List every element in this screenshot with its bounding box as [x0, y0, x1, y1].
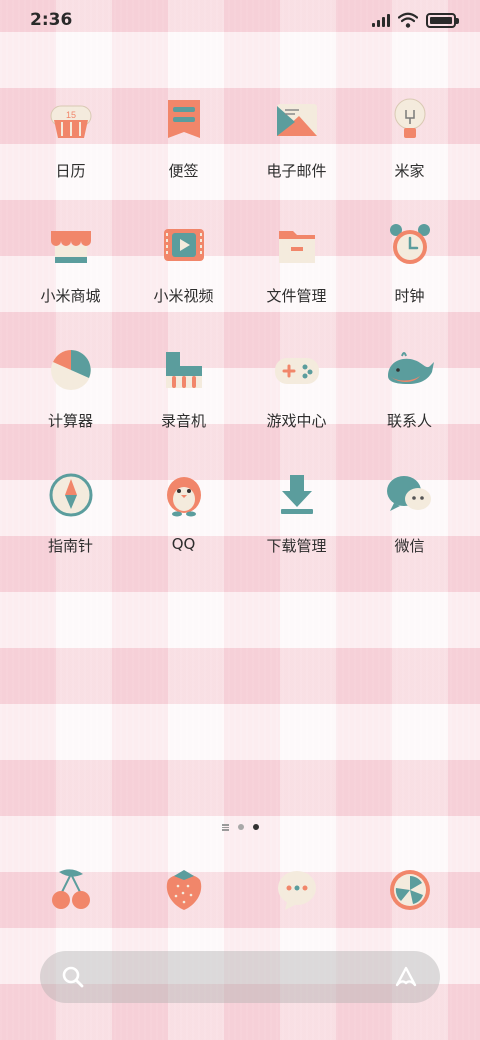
- app-label: 录音机: [160, 412, 206, 430]
- download-icon: [271, 469, 323, 521]
- folder-icon: [271, 219, 323, 271]
- message-bubble-icon: [271, 864, 323, 916]
- dock-app-messages[interactable]: [127, 864, 240, 916]
- calendar-icon: 15: [45, 94, 97, 146]
- app-label: 小米商城: [40, 287, 101, 305]
- app-clock[interactable]: 时钟: [353, 215, 466, 340]
- app-game-center[interactable]: 游戏中心: [240, 340, 353, 465]
- app-qq[interactable]: QQ: [127, 465, 240, 590]
- app-label: 电子邮件: [266, 162, 327, 180]
- penguin-icon: [158, 469, 210, 521]
- app-compass[interactable]: 指南针: [14, 465, 127, 590]
- calculator-icon: [45, 344, 97, 396]
- alarm-clock-icon: [384, 219, 436, 271]
- page-indicator[interactable]: [0, 824, 480, 831]
- app-label: 微信: [394, 537, 425, 555]
- search-icon[interactable]: [60, 964, 86, 990]
- app-email[interactable]: 电子邮件: [240, 90, 353, 215]
- gamepad-icon: [271, 344, 323, 396]
- dock: [14, 864, 466, 916]
- dock-app-chat[interactable]: [240, 864, 353, 916]
- app-label: QQ: [171, 535, 196, 553]
- compass-icon: [45, 469, 97, 521]
- app-mi-store[interactable]: 小米商城: [14, 215, 127, 340]
- app-file-manager[interactable]: 文件管理: [240, 215, 353, 340]
- app-recorder[interactable]: 录音机: [127, 340, 240, 465]
- app-download-manager[interactable]: 下载管理: [240, 465, 353, 590]
- app-label: 日历: [55, 162, 86, 180]
- dock-app-phone[interactable]: [14, 864, 127, 916]
- app-notes[interactable]: 便签: [127, 90, 240, 215]
- status-bar: 2:36: [0, 0, 480, 42]
- store-icon: [45, 219, 97, 271]
- lightbulb-icon: [384, 94, 436, 146]
- status-time: 2:36: [30, 10, 73, 30]
- app-label: 计算器: [47, 412, 93, 430]
- battery-icon: [426, 12, 459, 28]
- app-label: 时钟: [394, 287, 425, 305]
- search-bar[interactable]: [40, 951, 440, 1003]
- app-label: 小米视频: [153, 287, 214, 305]
- recorder-icon: [158, 344, 210, 396]
- status-icons: [372, 12, 459, 28]
- assistant-icon[interactable]: [392, 963, 420, 991]
- app-mijia[interactable]: 米家: [353, 90, 466, 215]
- wifi-icon: [398, 12, 418, 28]
- app-label: 米家: [394, 162, 425, 180]
- app-contacts[interactable]: 联系人: [353, 340, 466, 465]
- app-label: 下载管理: [266, 537, 327, 555]
- cherries-icon: [45, 864, 97, 916]
- page-dot-active: [252, 824, 259, 831]
- chat-bubbles-icon: [384, 469, 436, 521]
- calendar-date: 15: [65, 110, 75, 120]
- app-label: 联系人: [386, 412, 432, 430]
- app-grid: 15 日历 便签 电子邮件 米家 小米商城 小米视频 文件管理 时钟 计算器 录…: [14, 90, 466, 590]
- notes-icon: [158, 94, 210, 146]
- video-icon: [158, 219, 210, 271]
- app-label: 指南针: [47, 537, 93, 555]
- signal-icon: [372, 13, 390, 27]
- page-dot: [237, 824, 244, 831]
- browser-icon: [384, 864, 436, 916]
- dock-app-browser[interactable]: [353, 864, 466, 916]
- app-calendar[interactable]: 15 日历: [14, 90, 127, 215]
- app-wechat[interactable]: 微信: [353, 465, 466, 590]
- whale-icon: [384, 344, 436, 396]
- feed-page-icon: [221, 824, 229, 831]
- app-label: 游戏中心: [266, 412, 327, 430]
- app-mi-video[interactable]: 小米视频: [127, 215, 240, 340]
- app-label: 便签: [168, 162, 199, 180]
- strawberry-icon: [158, 864, 210, 916]
- app-calculator[interactable]: 计算器: [14, 340, 127, 465]
- app-label: 文件管理: [266, 287, 327, 305]
- email-icon: [271, 94, 323, 146]
